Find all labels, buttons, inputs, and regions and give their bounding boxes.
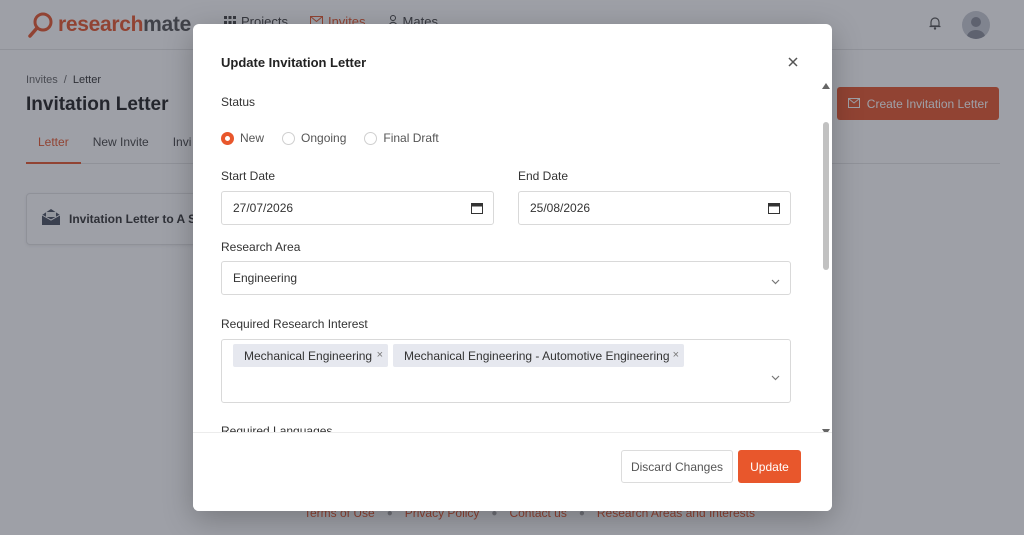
tag-label: Mechanical Engineering - Automotive Engi… <box>404 348 670 363</box>
close-icon[interactable]: × <box>377 349 383 361</box>
interest-tag: Mechanical Engineering × <box>233 344 388 367</box>
calendar-icon[interactable] <box>768 202 780 217</box>
radio-selected[interactable] <box>221 131 234 145</box>
research-area-value: Engineering <box>233 271 298 285</box>
research-interest-multiselect[interactable]: Mechanical Engineering × Mechanical Engi… <box>221 339 791 403</box>
radio-label: New <box>240 131 265 145</box>
interest-tag: Mechanical Engineering - Automotive Engi… <box>393 344 684 367</box>
start-date-label: Start Date <box>221 169 276 183</box>
radio-label: Final Draft <box>383 131 439 145</box>
research-area-select[interactable]: Engineering <box>221 261 791 295</box>
radio-unselected[interactable] <box>282 131 296 145</box>
radio-unselected[interactable] <box>364 131 378 145</box>
start-date-input[interactable]: 27/07/2026 <box>221 191 494 225</box>
research-interest-label: Required Research Interest <box>221 317 368 331</box>
close-icon[interactable]: × <box>673 349 679 361</box>
end-date-label: End Date <box>518 169 569 183</box>
modal-footer: Discard Changes Update <box>193 432 832 511</box>
chevron-down-icon[interactable] <box>771 368 780 386</box>
tag-label: Mechanical Engineering <box>244 348 373 363</box>
close-icon[interactable] <box>785 54 801 70</box>
scroll-thumb[interactable] <box>823 122 829 270</box>
radio-label: Ongoing <box>301 131 347 145</box>
update-invitation-modal: Update Invitation Letter Status New Ongo… <box>193 24 832 511</box>
modal-scrollbar[interactable] <box>820 72 832 435</box>
status-radio-ongoing[interactable]: Ongoing <box>282 131 346 145</box>
status-radio-final-draft[interactable]: Final Draft <box>364 131 439 145</box>
status-radio-group: New Ongoing Final Draft <box>221 131 439 145</box>
modal-title: Update Invitation Letter <box>221 55 367 70</box>
calendar-icon[interactable] <box>471 202 483 217</box>
update-button[interactable]: Update <box>738 450 801 483</box>
research-area-label: Research Area <box>221 240 301 254</box>
scroll-up-icon[interactable] <box>822 76 830 94</box>
discard-changes-button[interactable]: Discard Changes <box>621 450 733 483</box>
chevron-down-icon[interactable] <box>771 274 780 288</box>
end-date-input[interactable]: 25/08/2026 <box>518 191 791 225</box>
status-label: Status <box>221 95 256 109</box>
start-date-value: 27/07/2026 <box>233 201 294 215</box>
end-date-value: 25/08/2026 <box>530 201 591 215</box>
status-radio-new[interactable]: New <box>221 131 264 145</box>
